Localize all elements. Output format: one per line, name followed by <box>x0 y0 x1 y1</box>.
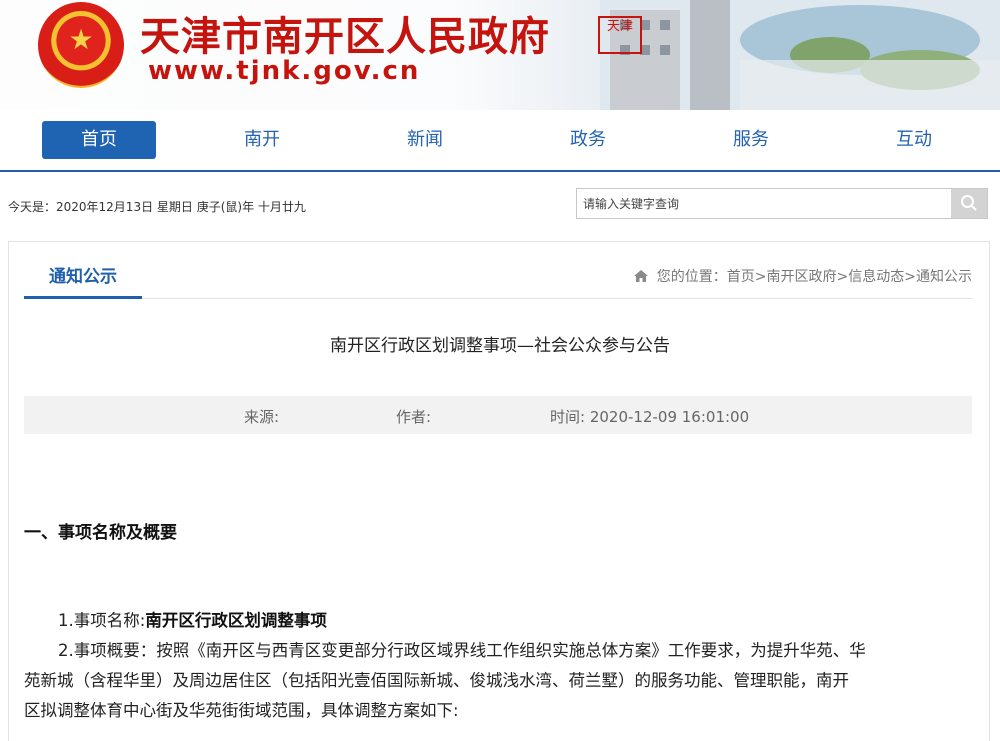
section-heading: 一、事项名称及概要 <box>24 523 177 543</box>
tab-underline <box>24 296 142 299</box>
publish-time: 时间: 2020-12-09 16:01:00 <box>550 408 750 426</box>
main-nav: 首页 南开 新闻 政务 服务 互动 <box>0 110 1000 172</box>
article-title: 南开区行政区划调整事项—社会公众参与公告 <box>330 336 670 356</box>
source-label: 来源: <box>244 408 280 426</box>
nav-item-nankai[interactable]: 南开 <box>205 121 319 159</box>
paragraph-item2-line2: 苑新城（含程华里）及周边居住区（包括阳光壹佰国际新城、俊城浅水湾、荷兰墅）的服务… <box>24 671 849 690</box>
nav-item-affairs[interactable]: 政务 <box>531 121 645 159</box>
tab-notices[interactable]: 通知公示 <box>24 260 142 300</box>
nav-item-services[interactable]: 服务 <box>694 121 808 159</box>
header-banner: ★ 天津市南开区人民政府 天津 www.tjnk.gov.cn <box>0 0 1000 110</box>
item1-prefix: 1.事项名称: <box>58 611 146 630</box>
item1-value: 南开区行政区划调整事项 <box>145 611 327 630</box>
article-meta: 来源: 作者: 时间: 2020-12-09 16:01:00 <box>24 396 972 434</box>
nav-item-home[interactable]: 首页 <box>42 121 156 159</box>
search-button[interactable] <box>951 189 987 218</box>
site-title: 天津市南开区人民政府 <box>140 14 550 60</box>
site-url[interactable]: www.tjnk.gov.cn <box>148 56 420 86</box>
breadcrumb: 您的位置：首页>南开区政府>信息动态>通知公示 <box>633 266 972 286</box>
breadcrumb-text[interactable]: 您的位置：首页>南开区政府>信息动态>通知公示 <box>657 269 972 285</box>
author-label: 作者: <box>396 408 432 426</box>
search-box <box>576 188 988 219</box>
search-input[interactable] <box>577 189 963 218</box>
today-date: 今天是：2020年12月13日 星期日 庚子(鼠)年 十月廿九 <box>8 200 306 214</box>
seal-logo: 天津 <box>598 16 642 54</box>
divider <box>142 298 972 299</box>
paragraph-item2-line1: 2.事项概要：按照《南开区与西青区变更部分行政区域界线工作组织实施总体方案》工作… <box>58 641 866 660</box>
search-icon <box>961 195 977 211</box>
paragraph-item1: 1.事项名称:南开区行政区划调整事项 <box>24 606 972 635</box>
national-emblem-icon: ★ <box>38 2 124 88</box>
nav-item-interaction[interactable]: 互动 <box>857 121 971 159</box>
home-icon <box>633 270 648 282</box>
city-scenery-image <box>600 0 1000 110</box>
paragraph-item2-line3: 区拟调整体育中心街及华苑街街域范围，具体调整方案如下: <box>24 701 459 720</box>
nav-item-news[interactable]: 新闻 <box>368 121 482 159</box>
